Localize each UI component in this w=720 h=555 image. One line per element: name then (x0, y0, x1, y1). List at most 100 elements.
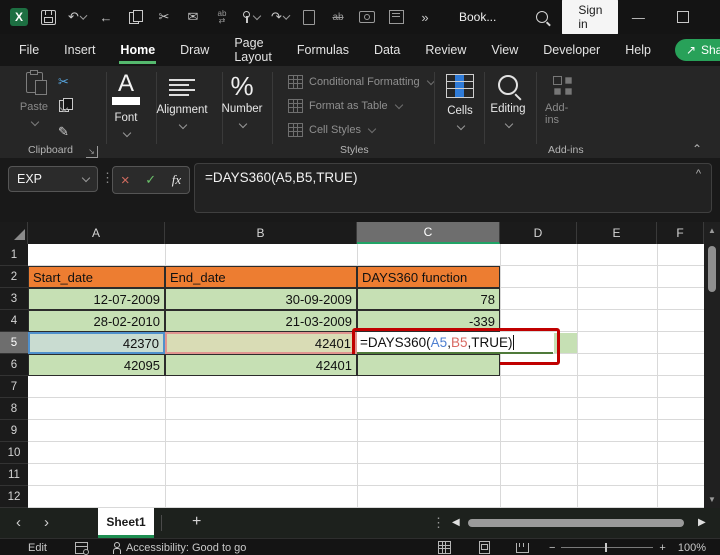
zoom-level[interactable]: 100% (678, 542, 706, 554)
back-icon[interactable]: ← (97, 8, 115, 26)
paste-button[interactable]: Paste (16, 72, 52, 125)
cell-C4[interactable]: -339 (357, 310, 500, 332)
col-header-C[interactable]: C (357, 222, 500, 244)
macro-record-icon[interactable] (75, 542, 88, 554)
tab-help[interactable]: Help (624, 36, 652, 64)
maximize-button[interactable] (674, 8, 692, 26)
undo-icon[interactable]: ↶ (68, 8, 86, 26)
save-icon[interactable] (39, 8, 57, 26)
touch-mode-icon[interactable] (242, 8, 260, 26)
col-header-A[interactable]: A (28, 222, 165, 244)
replace-icon[interactable]: ab⇄ (213, 8, 231, 26)
cell-B3[interactable]: 30-09-2009 (165, 288, 357, 310)
prev-sheet-icon[interactable]: ‹ (16, 514, 21, 531)
font-group-button[interactable]: A Font (108, 72, 144, 136)
zoom-slider[interactable] (561, 547, 653, 548)
copy-icon[interactable] (126, 8, 144, 26)
tab-draw[interactable]: Draw (179, 36, 210, 64)
number-group-button[interactable]: % Number (222, 72, 262, 127)
cell-A2[interactable]: Start_date (28, 266, 165, 288)
row-header-12[interactable]: 12 (0, 486, 28, 508)
cell-styles-button[interactable]: Cell Styles (288, 123, 375, 137)
row-header-1[interactable]: 1 (0, 244, 28, 266)
tab-file[interactable]: File (18, 36, 40, 64)
cell-C5-formula-edit[interactable]: =DAYS360(A5,B5,TRUE) (357, 332, 553, 354)
row-header-6[interactable]: 6 (0, 354, 28, 376)
vertical-scrollbar[interactable]: ▲ ▼ (704, 222, 720, 508)
redo-icon[interactable]: ↷ (271, 8, 289, 26)
cell-B6[interactable]: 42401 (165, 354, 357, 376)
row-header-9[interactable]: 9 (0, 420, 28, 442)
email-icon[interactable]: ✉ (184, 8, 202, 26)
collapse-ribbon-icon[interactable]: ⌃ (692, 142, 702, 156)
row-header-8[interactable]: 8 (0, 398, 28, 420)
cell-B2[interactable]: End_date (165, 266, 357, 288)
horizontal-scroll-thumb[interactable] (468, 519, 684, 527)
cell-A3[interactable]: 12-07-2009 (28, 288, 165, 310)
share-button[interactable]: ↗Share (675, 39, 720, 61)
cell-A4[interactable]: 28-02-2010 (28, 310, 165, 332)
toolbar-overflow-icon[interactable]: » (416, 8, 434, 26)
col-header-B[interactable]: B (165, 222, 357, 244)
scroll-down-icon[interactable]: ▼ (704, 495, 720, 504)
addins-group-button[interactable]: Add-ins (545, 76, 581, 126)
tab-home[interactable]: Home (119, 36, 156, 64)
conditional-formatting-button[interactable]: Conditional Formatting (288, 75, 434, 89)
alignment-group-button[interactable]: Alignment (160, 76, 204, 128)
row-header-3[interactable]: 3 (0, 288, 28, 310)
formula-input[interactable]: =DAYS360(A5,B5,TRUE) ^ (194, 163, 712, 213)
tab-data[interactable]: Data (373, 36, 401, 64)
tab-developer[interactable]: Developer (542, 36, 601, 64)
cell-C6[interactable] (357, 354, 500, 376)
clipboard-dialog-launcher-icon[interactable]: ↘ (86, 146, 98, 158)
cancel-entry-button[interactable]: × (121, 172, 130, 189)
cell-B5-referenced[interactable]: 42401 (165, 332, 357, 354)
camera-icon[interactable] (358, 8, 376, 26)
editing-group-button[interactable]: Editing (488, 72, 528, 127)
hscroll-left-icon[interactable]: ◀ (452, 517, 460, 528)
col-header-D[interactable]: D (500, 222, 577, 244)
tab-view[interactable]: View (490, 36, 519, 64)
search-icon[interactable] (533, 8, 551, 26)
col-header-F[interactable]: F (657, 222, 704, 244)
tab-review[interactable]: Review (424, 36, 467, 64)
format-painter-button[interactable]: ✎ (58, 124, 69, 140)
row-header-11[interactable]: 11 (0, 464, 28, 486)
sign-in-button[interactable]: Sign in (562, 0, 618, 35)
page-layout-view-icon[interactable] (479, 541, 490, 554)
add-sheet-button[interactable]: + (192, 513, 201, 531)
insert-function-button[interactable]: fx (172, 172, 181, 188)
accessibility-status[interactable]: Accessibility: Good to go (126, 542, 246, 554)
row-header-7[interactable]: 7 (0, 376, 28, 398)
cells-group-button[interactable]: Cells (442, 74, 478, 129)
formula-bar-expand-icon[interactable]: ^ (696, 168, 701, 180)
cut-icon[interactable]: ✂ (155, 8, 173, 26)
name-box[interactable]: EXP (8, 166, 98, 192)
cell-C3[interactable]: 78 (357, 288, 500, 310)
col-header-E[interactable]: E (577, 222, 657, 244)
format-as-table-button[interactable]: Format as Table (288, 99, 402, 113)
zoom-in-button[interactable]: + (659, 542, 665, 554)
strikethrough-icon[interactable]: ab (329, 8, 347, 26)
scroll-up-icon[interactable]: ▲ (704, 226, 720, 235)
tab-page-layout[interactable]: Page Layout (233, 29, 273, 71)
tab-insert[interactable]: Insert (63, 36, 96, 64)
tab-formulas[interactable]: Formulas (296, 36, 350, 64)
sheet-tab-sheet1[interactable]: Sheet1 (98, 508, 154, 538)
row-header-2[interactable]: 2 (0, 266, 28, 288)
sheetbar-splitter-icon[interactable]: ⋮ (432, 515, 445, 531)
cut-button[interactable]: ✂ (58, 74, 69, 90)
vertical-scroll-thumb[interactable] (708, 246, 716, 292)
row-header-4[interactable]: 4 (0, 310, 28, 332)
hscroll-right-icon[interactable]: ▶ (698, 517, 706, 528)
zoom-out-button[interactable]: − (549, 542, 555, 554)
row-header-10[interactable]: 10 (0, 442, 28, 464)
lookup-icon[interactable] (387, 8, 405, 26)
next-sheet-icon[interactable]: › (44, 514, 49, 531)
row-header-5[interactable]: 5 (0, 332, 28, 354)
cell-C2[interactable]: DAYS360 function (357, 266, 500, 288)
new-file-icon[interactable] (300, 8, 318, 26)
confirm-entry-button[interactable]: ✓ (145, 172, 156, 188)
cell-B4[interactable]: 21-03-2009 (165, 310, 357, 332)
normal-view-icon[interactable] (438, 541, 451, 554)
